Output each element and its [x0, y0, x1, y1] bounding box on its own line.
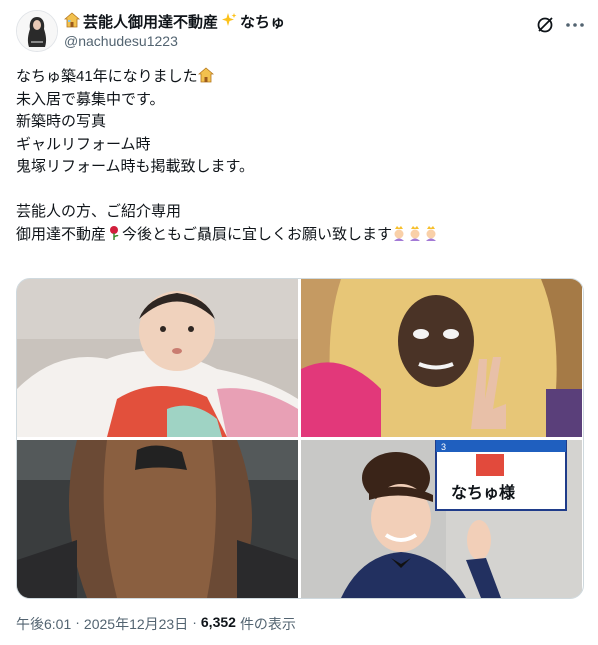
author-name-row[interactable]: 芸能人御用達不動産 なちゅ [63, 12, 285, 33]
tweet-line: 未入居で募集中です。 [16, 90, 165, 108]
tweet-header: 芸能人御用達不動産 なちゅ @nachudesu1223 [16, 10, 584, 54]
tweet-line: 鬼塚リフォーム時も掲載致します。 [16, 158, 255, 175]
author-display-name[interactable]: 芸能人御用達不動産 [83, 14, 218, 32]
grok-icon[interactable] [534, 14, 556, 36]
tweet-line: 御用達不動産 今後ともご贔屓に宜しくお願い致します [16, 224, 582, 247]
author-handle[interactable]: @nachudesu1223 [64, 33, 178, 49]
author-name-suffix[interactable]: なちゅ [240, 14, 285, 32]
tweet-date[interactable]: 2025年12月23日 [84, 614, 188, 634]
tweet-line: 芸能人の方、ご紹介専用 [16, 203, 182, 220]
photo-sama[interactable]: 3 なちゅ様 [301, 440, 582, 598]
princess-icon [392, 225, 440, 243]
plate-number: 3 [441, 442, 446, 452]
tweet-line: 新築時の写真 [16, 113, 107, 130]
views-count: 6,352 [200, 614, 236, 630]
more-options-icon[interactable] [564, 14, 586, 36]
tweet-time[interactable]: 午後6:01 [16, 614, 71, 634]
photo-grid: 3 なちゅ様 [16, 278, 584, 599]
avatar[interactable] [16, 10, 58, 52]
rose-icon [106, 225, 122, 243]
house-icon [197, 67, 214, 85]
photo-onizuka[interactable] [17, 440, 298, 598]
meta-separator: · [75, 614, 80, 630]
tweet-text: なちゅ築41年になりました 未入居で募集中です。 新築時の写真 ギャルリフォーム… [16, 66, 582, 246]
house-icon [63, 12, 81, 33]
photo-gal[interactable] [301, 279, 582, 437]
name-plate-text: なちゅ様 [451, 483, 516, 502]
tweet-meta: 午後6:01 · 2025年12月23日 · 6,352 件の表示 [16, 614, 296, 634]
sparkles-icon [221, 12, 237, 33]
photo-baby[interactable] [17, 279, 298, 437]
meta-separator: · [192, 614, 197, 630]
views-label: 件の表示 [239, 616, 296, 632]
tweet-line: ギャルリフォーム時 [16, 135, 151, 153]
tweet-line: なちゅ築41年になりました [16, 66, 582, 89]
